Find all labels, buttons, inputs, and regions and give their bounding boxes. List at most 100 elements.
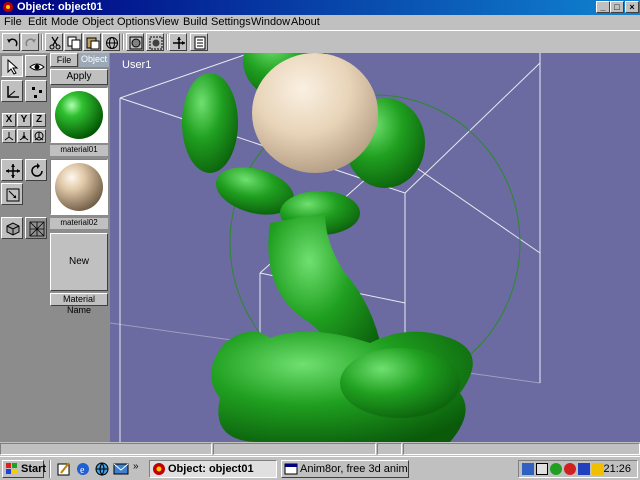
shaded-view-tool[interactable]	[1, 217, 23, 239]
redo-button[interactable]	[21, 33, 39, 51]
volume-icon[interactable]	[536, 463, 548, 475]
points-tool[interactable]	[25, 80, 47, 102]
wire-mode-button[interactable]	[126, 33, 144, 51]
tray-yellow-icon[interactable]	[592, 463, 604, 475]
menu-file[interactable]: File	[4, 16, 22, 28]
title-bar: Object: object01 _ □ ×	[0, 0, 640, 15]
menu-window[interactable]: Window	[251, 16, 290, 28]
sphere-mode-icon	[106, 37, 118, 49]
quicklaunch-edit-icon[interactable]	[56, 461, 72, 477]
list-icon	[194, 36, 206, 50]
paste-button[interactable]	[83, 33, 101, 51]
copy-button[interactable]	[64, 33, 82, 51]
wire-mode-icon	[129, 36, 143, 50]
coordinate-mode-1[interactable]	[2, 129, 16, 143]
browser-window-icon	[284, 463, 298, 475]
axis-tool[interactable]	[1, 80, 23, 102]
network-icon[interactable]	[522, 463, 534, 475]
x-axis-toggle[interactable]: X	[2, 113, 16, 127]
rotate-icon	[31, 163, 43, 177]
axis-icon	[173, 37, 185, 49]
y-axis-toggle[interactable]: Y	[17, 113, 31, 127]
status-pane-3	[377, 443, 402, 455]
menu-about[interactable]: About	[291, 16, 320, 28]
minimize-button[interactable]: _	[596, 1, 610, 13]
menu-edit[interactable]: Edit	[28, 16, 47, 28]
start-label: Start	[21, 463, 47, 475]
tripod-alt-icon	[19, 132, 29, 141]
quicklaunch-overflow-icon[interactable]: »	[133, 461, 139, 472]
material-sphere-icon	[55, 163, 103, 211]
3d-viewport[interactable]: User1	[110, 53, 640, 442]
quicklaunch-mail-icon[interactable]	[113, 461, 129, 477]
sphere-mode-button[interactable]	[102, 33, 120, 51]
list-button[interactable]	[190, 33, 208, 51]
move-tool[interactable]	[1, 159, 23, 181]
z-axis-toggle[interactable]: Z	[32, 113, 46, 127]
eye-icon	[29, 63, 45, 71]
material-sphere-icon	[55, 91, 103, 139]
frame-button[interactable]	[146, 33, 164, 51]
menu-build[interactable]: Build	[183, 16, 207, 28]
start-button[interactable]: Start	[2, 460, 47, 478]
undo-button[interactable]	[2, 33, 20, 51]
frame-icon	[149, 36, 163, 50]
view-tool[interactable]	[25, 55, 47, 77]
tool-panel: X Y Z	[0, 53, 49, 442]
redo-icon	[25, 38, 36, 47]
quicklaunch-browser-icon[interactable]: e	[75, 461, 91, 477]
points-icon	[32, 87, 42, 98]
status-bar	[0, 442, 640, 456]
system-tray: 21:26	[518, 460, 638, 478]
window-title: Object: object01	[17, 1, 103, 13]
quicklaunch-globe-icon[interactable]	[94, 461, 110, 477]
axis-button[interactable]	[169, 33, 187, 51]
material-name-1: material01	[50, 145, 108, 156]
svg-text:e: e	[80, 465, 85, 476]
scale-tool[interactable]	[1, 183, 23, 205]
apply-button[interactable]: Apply	[50, 69, 108, 85]
menu-mode[interactable]: Mode	[51, 16, 79, 28]
status-pane-1	[0, 443, 212, 455]
task-button-object[interactable]: Object: object01	[149, 460, 277, 478]
viewport-label: User1	[122, 59, 152, 71]
wireframe-view-tool[interactable]	[25, 217, 47, 239]
tripod-world-icon	[34, 131, 44, 141]
move-arrows-icon	[6, 164, 20, 178]
coordinate-mode-2[interactable]	[17, 129, 31, 143]
menu-options[interactable]: Options	[117, 16, 155, 28]
status-pane-4	[403, 443, 640, 455]
menu-view[interactable]: View	[155, 16, 179, 28]
copy-icon	[67, 36, 81, 50]
tab-file[interactable]: File	[50, 53, 78, 67]
app-icon	[3, 2, 13, 12]
material-swatch-1[interactable]	[50, 87, 108, 143]
undo-icon	[7, 38, 18, 47]
close-button[interactable]: ×	[625, 1, 639, 13]
rotate-tool[interactable]	[25, 159, 47, 181]
coordinate-mode-3[interactable]	[32, 129, 46, 143]
scale-icon	[6, 188, 20, 202]
tripod-icon	[4, 132, 14, 141]
select-tool[interactable]	[1, 55, 23, 77]
cut-button[interactable]	[45, 33, 63, 51]
material-name-field[interactable]: Material Name	[50, 293, 108, 315]
material-swatch-2[interactable]	[50, 159, 108, 215]
tray-red-icon[interactable]	[564, 463, 576, 475]
status-pane-2	[213, 443, 376, 455]
axis-corner-icon	[7, 86, 19, 98]
flower-model[interactable]	[182, 53, 473, 442]
tray-blue-icon[interactable]	[578, 463, 590, 475]
new-material-button[interactable]: New	[50, 233, 108, 291]
menu-settings[interactable]: Settings	[211, 16, 251, 28]
shaded-cube-icon	[6, 222, 20, 236]
menu-object[interactable]: Object	[82, 16, 114, 28]
scene-canvas[interactable]	[110, 53, 640, 442]
maximize-button[interactable]: □	[610, 1, 624, 13]
task-button-browser[interactable]: Anim8or, free 3d animation...	[281, 460, 409, 478]
tab-object[interactable]: Object	[79, 53, 109, 67]
task-label: Object: object01	[168, 463, 254, 475]
toolbar	[0, 30, 640, 52]
task-label: Anim8or, free 3d animation...	[300, 463, 408, 475]
tray-green-icon[interactable]	[550, 463, 562, 475]
